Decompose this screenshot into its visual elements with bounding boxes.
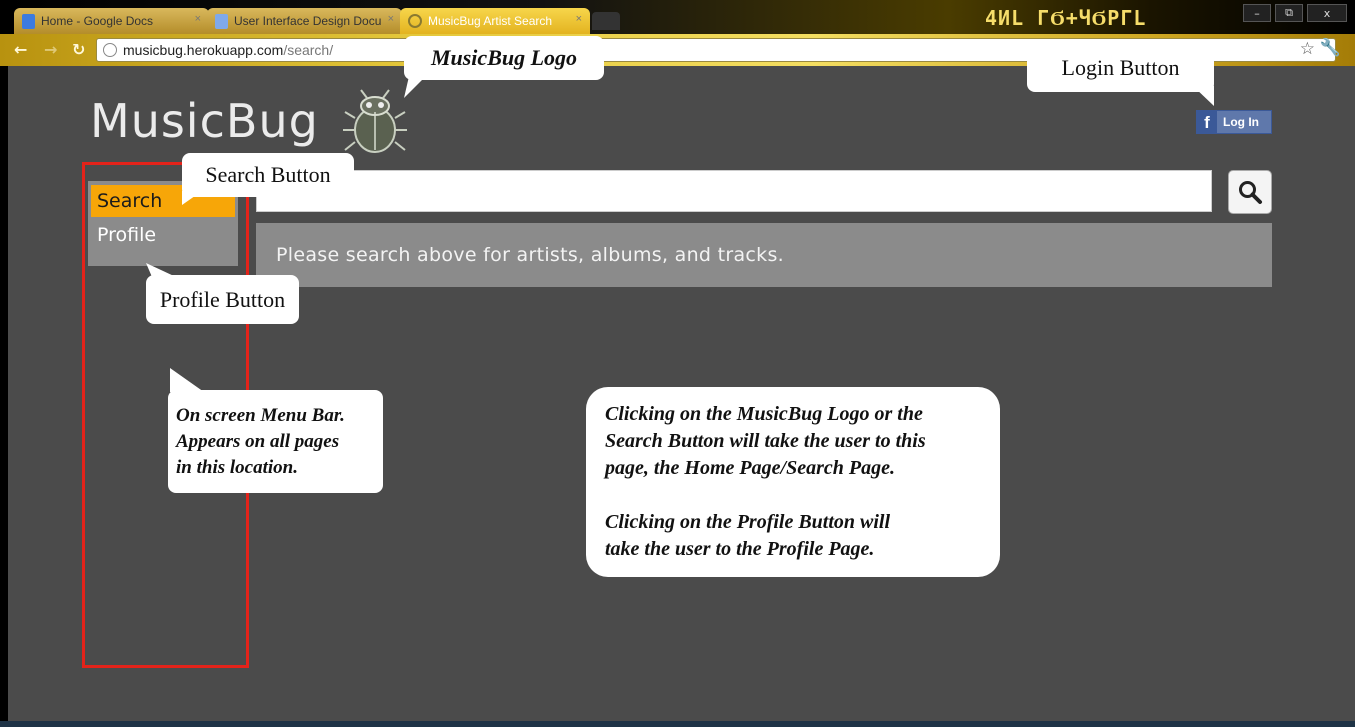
callout-menu-bar: On screen Menu Bar. Appears on all pages…	[168, 368, 383, 493]
browser-theme-logo: 4ИL ΓϬ+ЧϬРГL ІηΠ'ЧϮ	[985, 6, 1147, 55]
results-message: Please search above for artists, albums,…	[256, 223, 1272, 287]
callout-logo: MusicBug Logo	[404, 36, 604, 98]
search-input[interactable]	[256, 170, 1212, 212]
tab-home-google-docs[interactable]: Home - Google Docs ×	[14, 8, 209, 34]
tab-title: MusicBug Artist Search	[428, 14, 553, 28]
tab-title: User Interface Design Docu	[234, 14, 382, 28]
musicbug-logo-icon[interactable]	[343, 88, 407, 158]
google-docs-icon	[22, 13, 35, 29]
callout-info-line: Clicking on the MusicBug Logo or the	[605, 403, 923, 425]
url-host: musicbug.herokuapp.com	[123, 42, 284, 58]
minimize-button[interactable]: –	[1243, 4, 1271, 22]
forward-arrow-icon[interactable]: →	[44, 40, 57, 59]
browser-tabstrip: Home - Google Docs × User Interface Desi…	[0, 0, 1355, 55]
tab-close-icon[interactable]: ×	[195, 13, 201, 25]
loading-icon	[408, 14, 422, 28]
bookmark-star-icon[interactable]: ☆	[1300, 39, 1315, 59]
callout-login-text: Login Button	[1061, 55, 1180, 80]
callout-info-line: Search Button will take the user to this	[605, 430, 926, 452]
reload-icon[interactable]: ↻	[72, 40, 85, 59]
back-arrow-icon[interactable]: ←	[14, 40, 27, 59]
callout-menu-line: Appears on all pages	[176, 430, 340, 452]
callout-tail	[146, 263, 176, 277]
tab-title: Home - Google Docs	[41, 14, 154, 28]
callout-tail	[404, 72, 430, 98]
new-tab-button[interactable]	[592, 12, 620, 30]
globe-icon	[103, 43, 117, 57]
tab-ui-design-doc[interactable]: User Interface Design Docu ×	[207, 8, 402, 34]
window-controls: – ⧉ x	[1243, 4, 1347, 22]
callout-search: Search Button	[182, 153, 354, 205]
callout-menu-line: in this location.	[176, 456, 298, 478]
callout-tail	[170, 368, 204, 392]
magnifier-icon	[1239, 181, 1262, 204]
os-taskbar	[0, 721, 1355, 727]
callout-info-line: Clicking on the Profile Button will	[605, 511, 891, 533]
facebook-icon: f	[1197, 111, 1217, 133]
callout-navigation-info: Clicking on the MusicBug Logo or the Sea…	[586, 387, 1000, 577]
callout-tail	[1193, 86, 1214, 106]
callout-info-line: page, the Home Page/Search Page.	[605, 457, 895, 479]
wrench-icon[interactable]: 🔧	[1320, 38, 1341, 58]
search-submit-button[interactable]	[1228, 170, 1272, 214]
callout-search-text: Search Button	[205, 162, 331, 187]
callout-profile-text: Profile Button	[159, 286, 286, 312]
callout-login: Login Button	[1027, 44, 1214, 106]
tab-close-icon[interactable]: ×	[576, 13, 582, 25]
restore-button[interactable]: ⧉	[1275, 4, 1303, 22]
callout-info-line: take the user to the Profile Page.	[605, 538, 875, 560]
url-path: /search/	[283, 42, 334, 58]
musicbug-brand-title[interactable]: MusicBug	[90, 94, 319, 148]
tab-musicbug-artist-search[interactable]: MusicBug Artist Search ×	[400, 8, 590, 34]
callout-tail	[182, 191, 202, 205]
callout-logo-text: MusicBug Logo	[430, 45, 578, 70]
google-doc-icon	[215, 13, 228, 29]
close-button[interactable]: x	[1307, 4, 1347, 22]
callout-menu-line: On screen Menu Bar.	[176, 404, 345, 426]
tab-close-icon[interactable]: ×	[388, 13, 394, 25]
login-label: Log In	[1223, 115, 1259, 129]
callout-profile: Profile Button	[146, 263, 299, 324]
facebook-login-button[interactable]: f Log In	[1196, 110, 1272, 134]
